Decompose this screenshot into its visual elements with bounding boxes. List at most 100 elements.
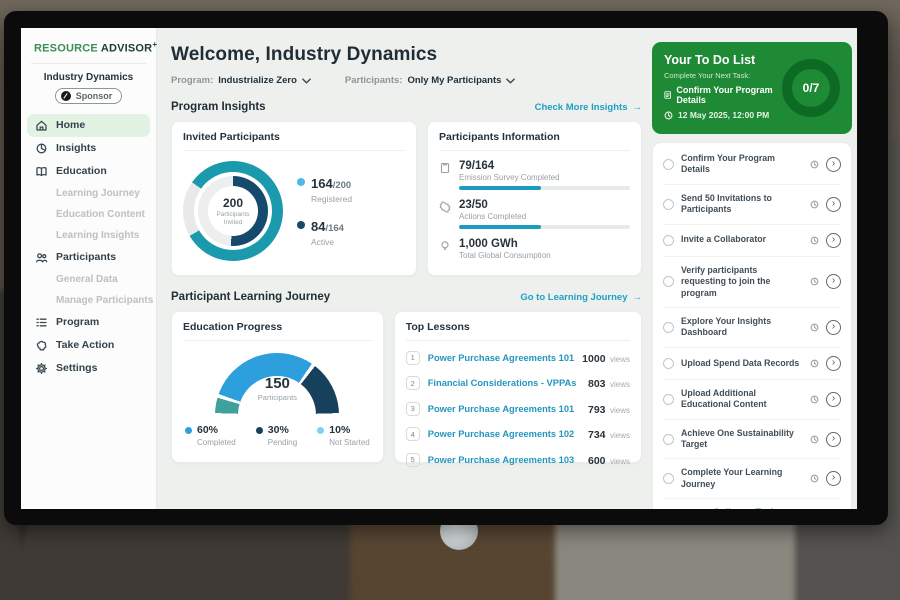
sidebar-item-manage-participants[interactable]: Manage Participants [21, 290, 156, 311]
lesson-row: 4 Power Purchase Agreements 102 734 view… [406, 425, 630, 443]
legend-dot [297, 178, 305, 186]
sidebar-item-learning-insights[interactable]: Learning Insights [21, 225, 156, 246]
lesson-link[interactable]: Financial Considerations - VPPAs [428, 378, 580, 388]
checkbox-circle[interactable] [663, 473, 674, 484]
chevron-right-icon[interactable]: › [826, 392, 841, 407]
task-row-explore-insights[interactable]: Explore Your Insights Dashboard › [663, 308, 841, 348]
sidebar-item-program[interactable]: Program [27, 311, 150, 334]
todo-progress-ring: 0/7 [782, 59, 840, 117]
sidebar-item-participants[interactable]: Participants [27, 246, 150, 269]
task-row-confirm-program[interactable]: Confirm Your Program Details › [663, 145, 841, 185]
clipboard-icon [664, 90, 671, 100]
rank-badge: 5 [406, 453, 420, 467]
clock-icon [810, 277, 819, 286]
collapse-tasks-link[interactable]: Collapse Tasks ∧ [663, 499, 841, 509]
arrow-right-icon: → [633, 102, 643, 113]
insights-icon [35, 142, 48, 155]
desktop-photo: RESOURCE ADVISOR+ Industry Dynamics Spon… [0, 0, 900, 600]
legend-active: 84/164 Active [297, 218, 352, 247]
program-insights-heading: Program Insights [171, 101, 266, 113]
sidebar-item-home[interactable]: Home [27, 114, 150, 137]
actions-icon [439, 201, 451, 213]
sponsor-badge: Sponsor [55, 88, 123, 104]
dashboard-screen: RESOURCE ADVISOR+ Industry Dynamics Spon… [21, 28, 857, 509]
checkbox-circle[interactable] [663, 394, 674, 405]
todo-panel: Your To Do List Complete Your Next Task:… [652, 28, 857, 509]
top-lessons-card: Top Lessons 1 Power Purchase Agreements … [394, 311, 642, 463]
chevron-right-icon[interactable]: › [826, 356, 841, 371]
sponsor-icon [61, 91, 71, 101]
sidebar-item-education[interactable]: Education [27, 160, 150, 183]
check-more-insights-link[interactable]: Check More Insights → [535, 102, 642, 113]
legend-dot [256, 427, 263, 434]
home-icon [35, 119, 48, 132]
education-icon [35, 165, 48, 178]
arrow-right-icon: → [633, 292, 643, 303]
clock-icon [810, 359, 819, 368]
chevron-right-icon[interactable]: › [826, 471, 841, 486]
legend-dot [297, 221, 305, 229]
go-to-learning-journey-link[interactable]: Go to Learning Journey → [520, 292, 642, 303]
chevron-right-icon[interactable]: › [826, 320, 841, 335]
clock-icon [664, 111, 673, 120]
clock-icon [810, 395, 819, 404]
education-progress-card: Education Progress 150 Participants [171, 311, 384, 463]
todo-tasks-card: Confirm Your Program Details › Send 50 I… [652, 142, 852, 509]
task-row-upload-spend-data[interactable]: Upload Spend Data Records › [663, 348, 841, 380]
lesson-link[interactable]: Power Purchase Agreements 101 [428, 404, 580, 414]
survey-icon [439, 162, 451, 174]
chevron-right-icon[interactable]: › [826, 274, 841, 289]
checkbox-circle[interactable] [663, 199, 674, 210]
todo-summary-card: Your To Do List Complete Your Next Task:… [652, 42, 852, 134]
chevron-right-icon[interactable]: › [826, 233, 841, 248]
chevron-right-icon[interactable]: › [826, 157, 841, 172]
program-dropdown[interactable]: Program: Industrialize Zero [171, 75, 311, 86]
sidebar-item-learning-journey[interactable]: Learning Journey [21, 183, 156, 204]
chevron-right-icon[interactable]: › [826, 197, 841, 212]
take-action-icon [35, 339, 48, 352]
participants-dropdown[interactable]: Participants: Only My Participants [345, 75, 516, 86]
task-row-verify-participants[interactable]: Verify participants requesting to join t… [663, 257, 841, 308]
clock-icon [810, 236, 819, 245]
lesson-row: 2 Financial Considerations - VPPAs 803 v… [406, 374, 630, 392]
chevron-right-icon[interactable]: › [826, 432, 841, 447]
chevron-down-icon [506, 78, 515, 84]
org-name: Industry Dynamics [21, 72, 156, 83]
card-title: Participants Information [439, 131, 630, 151]
card-title: Education Progress [183, 321, 372, 341]
app-logo: RESOURCE ADVISOR+ [21, 38, 156, 63]
rank-badge: 3 [406, 402, 420, 416]
legend-pending: 30%Pending [256, 425, 297, 447]
task-row-send-invitations[interactable]: Send 50 Invitations to Participants › [663, 185, 841, 225]
invited-participants-card: Invited Participants 200 Participants In… [171, 121, 417, 276]
sidebar-item-general-data[interactable]: General Data [21, 269, 156, 290]
rank-badge: 2 [406, 376, 420, 390]
sidebar-item-settings[interactable]: Settings [27, 357, 150, 380]
invited-participants-donut: 200 Participants Invited [183, 161, 283, 261]
lesson-link[interactable]: Power Purchase Agreements 102 [428, 429, 580, 439]
card-title: Top Lessons [406, 321, 630, 341]
settings-icon [35, 362, 48, 375]
checkbox-circle[interactable] [663, 434, 674, 445]
legend-completed: 60%Completed [185, 425, 236, 447]
task-row-invite-collaborator[interactable]: Invite a Collaborator › [663, 225, 841, 257]
checkbox-circle[interactable] [663, 322, 674, 333]
task-row-complete-learning-journey[interactable]: Complete Your Learning Journey › [663, 459, 841, 499]
sidebar-item-education-content[interactable]: Education Content [21, 204, 156, 225]
checkbox-circle[interactable] [663, 235, 674, 246]
lesson-link[interactable]: Power Purchase Agreements 103 [428, 455, 580, 465]
collapse-chevron-icon: ∧ [784, 507, 791, 509]
clock-icon [810, 474, 819, 483]
legend-dot [317, 427, 324, 434]
task-row-upload-educational-content[interactable]: Upload Additional Educational Content › [663, 380, 841, 420]
sidebar-item-take-action[interactable]: Take Action [27, 334, 150, 357]
task-row-achieve-sustainability-target[interactable]: Achieve One Sustainability Target › [663, 420, 841, 460]
checkbox-circle[interactable] [663, 159, 674, 170]
checkbox-circle[interactable] [663, 276, 674, 287]
lesson-row: 1 Power Purchase Agreements 101 1000 vie… [406, 349, 630, 367]
sidebar-item-insights[interactable]: Insights [27, 137, 150, 160]
sidebar: RESOURCE ADVISOR+ Industry Dynamics Spon… [21, 28, 157, 509]
lesson-link[interactable]: Power Purchase Agreements 101 [428, 353, 574, 363]
checkbox-circle[interactable] [663, 358, 674, 369]
metric-actions-completed: 23/50 Actions Completed [439, 199, 630, 229]
